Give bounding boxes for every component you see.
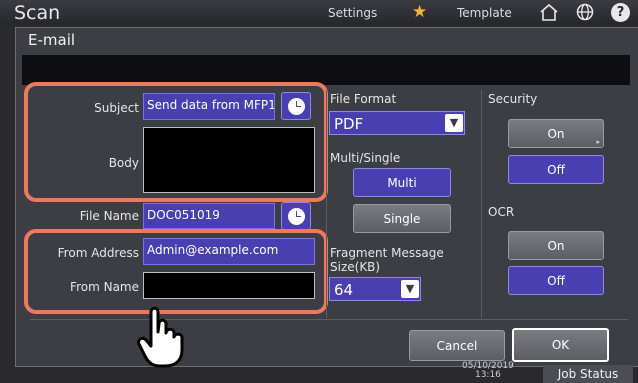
app-title: Scan	[14, 2, 61, 24]
file-name-field[interactable]: DOC051019	[143, 203, 275, 229]
job-status-button[interactable]: Job Status	[543, 365, 633, 383]
footer-divider	[30, 319, 628, 320]
hand-pointer-icon	[137, 306, 187, 372]
time-text: 13:16	[474, 370, 501, 380]
security-off-button[interactable]: Off	[508, 155, 604, 184]
chevron-down-icon: ▼	[401, 280, 419, 298]
fragment-size-select[interactable]: 64 ▼	[329, 277, 421, 301]
cancel-button[interactable]: Cancel	[409, 330, 505, 361]
from-highlight	[24, 229, 328, 314]
chevron-down-icon: ▼	[445, 114, 463, 132]
file-name-label: File Name	[79, 209, 139, 223]
fragment-size-label: Fragment Message Size(KB)	[330, 246, 444, 274]
ocr-label: OCR	[488, 205, 515, 219]
star-icon[interactable]: ★	[412, 4, 427, 21]
fragment-size-value: 64	[334, 281, 354, 299]
dialog-title: E-mail	[28, 31, 76, 49]
subject-body-highlight	[24, 82, 328, 202]
clock-icon	[287, 207, 305, 225]
settings-tab[interactable]: Settings	[328, 6, 377, 20]
template-tab[interactable]: Template	[457, 6, 512, 20]
help-icon[interactable]: ?	[611, 3, 630, 22]
ok-button[interactable]: OK	[512, 328, 609, 362]
ocr-on-button[interactable]: On	[508, 231, 604, 260]
ocr-off-button[interactable]: Off	[508, 266, 604, 295]
multi-button[interactable]: Multi	[353, 168, 451, 197]
arrow-right-icon: ▸	[596, 138, 600, 146]
security-label: Security	[488, 92, 538, 106]
file-name-schedule-button[interactable]	[281, 202, 311, 230]
security-on-button[interactable]: On ▸	[508, 119, 604, 148]
globe-icon[interactable]	[576, 3, 594, 25]
security-on-label: On	[547, 126, 565, 141]
home-icon[interactable]	[539, 3, 559, 25]
single-button[interactable]: Single	[353, 204, 451, 233]
file-format-value: PDF	[334, 115, 364, 133]
column-divider	[326, 90, 327, 318]
file-format-select[interactable]: PDF ▼	[329, 111, 465, 135]
column-divider	[481, 90, 482, 318]
message-bar	[22, 55, 630, 85]
multi-single-label: Multi/Single	[330, 151, 401, 165]
date-time: 05/10/2019 13:16	[462, 362, 514, 380]
file-format-label: File Format	[330, 92, 397, 106]
